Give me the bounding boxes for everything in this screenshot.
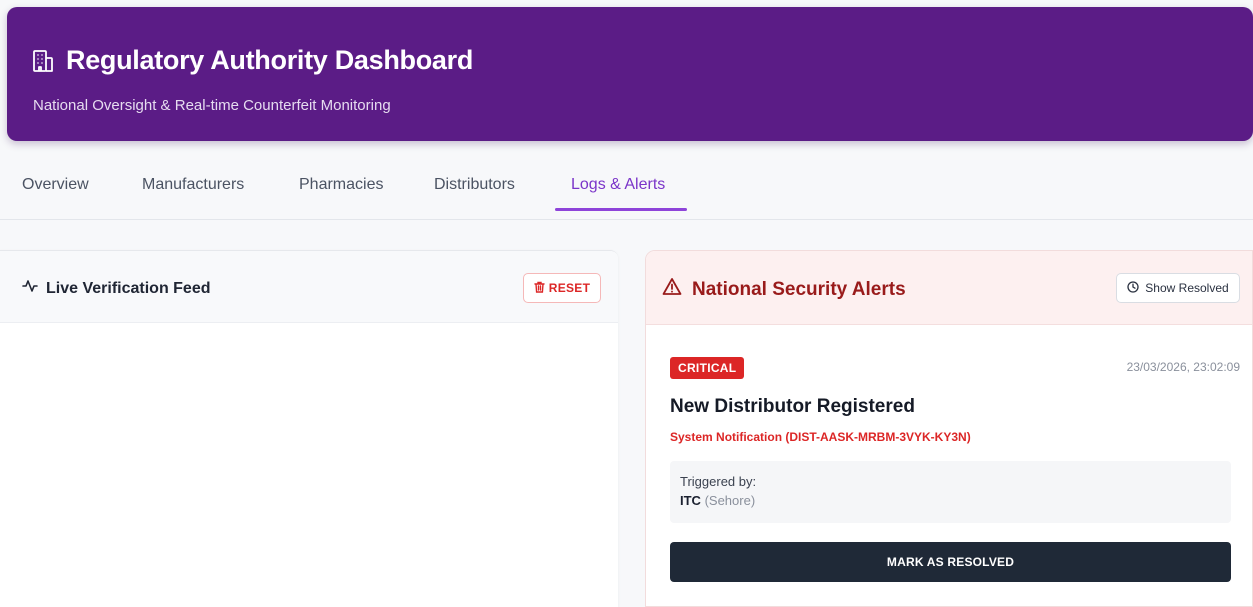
- alert-subtitle: System Notification (DIST-AASK-MRBM-3VYK…: [670, 430, 971, 444]
- reset-button[interactable]: RESET: [523, 273, 601, 303]
- feed-panel-header: Live Verification Feed RESET: [0, 251, 618, 323]
- page-title-text: Regulatory Authority Dashboard: [66, 45, 474, 75]
- alerts-panel-header: National Security Alerts Show Resolved: [646, 251, 1252, 325]
- tab-pharmacies[interactable]: Pharmacies: [299, 176, 383, 194]
- active-tab-indicator: [555, 208, 687, 211]
- page-title: Regulatory Authority Dashboard: [32, 45, 473, 76]
- triggered-by-box: Triggered by: ITC (Sehore): [670, 461, 1231, 523]
- activity-icon: [22, 278, 38, 299]
- tab-overview[interactable]: Overview: [22, 176, 89, 194]
- reset-button-label: RESET: [548, 281, 591, 295]
- show-resolved-button[interactable]: Show Resolved: [1116, 273, 1240, 303]
- alert-title: New Distributor Registered: [670, 396, 915, 417]
- warning-triangle-icon: [662, 277, 682, 302]
- building-icon: [32, 49, 54, 73]
- clock-icon: [1127, 280, 1139, 296]
- triggered-by-name: ITC: [680, 493, 701, 508]
- feed-title: Live Verification Feed: [22, 278, 211, 299]
- alert-timestamp: 23/03/2026, 23:02:09: [1126, 360, 1240, 374]
- alerts-title: National Security Alerts: [662, 277, 906, 302]
- dashboard-header: Regulatory Authority Dashboard National …: [7, 7, 1253, 141]
- page-subtitle: National Oversight & Real-time Counterfe…: [33, 97, 391, 114]
- triggered-by-location: (Sehore): [704, 493, 756, 508]
- show-resolved-label: Show Resolved: [1145, 281, 1229, 295]
- triggered-by-value: ITC (Sehore): [680, 493, 755, 508]
- tab-distributors[interactable]: Distributors: [434, 176, 515, 194]
- tab-manufacturers[interactable]: Manufacturers: [142, 176, 244, 194]
- triggered-by-label: Triggered by:: [680, 474, 757, 489]
- trash-icon: [534, 281, 545, 296]
- feed-title-text: Live Verification Feed: [46, 279, 211, 297]
- mark-as-resolved-button[interactable]: MARK AS RESOLVED: [670, 542, 1231, 582]
- tab-logs-alerts[interactable]: Logs & Alerts: [571, 176, 665, 194]
- alerts-title-text: National Security Alerts: [692, 278, 906, 300]
- tab-bar: Overview Manufacturers Pharmacies Distri…: [0, 152, 1253, 220]
- live-verification-feed-panel: Live Verification Feed RESET: [0, 250, 618, 607]
- national-security-alerts-panel: National Security Alerts Show Resolved C…: [645, 250, 1253, 607]
- severity-badge: CRITICAL: [670, 357, 745, 379]
